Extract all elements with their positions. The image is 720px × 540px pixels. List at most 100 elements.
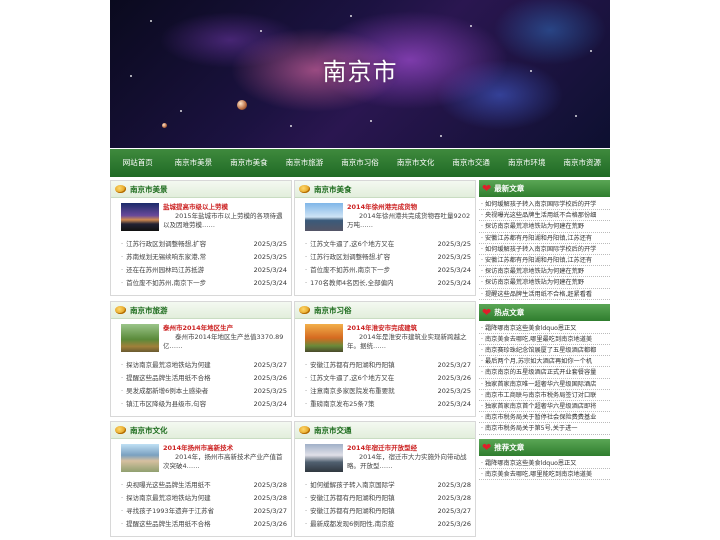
list-item[interactable]: 注意南京多家医院发布重要就2025/3/25 (305, 385, 471, 398)
nav-resources[interactable]: 南京市资源 (555, 149, 611, 177)
list-item[interactable]: 江苏文牛逼了,这6个地方又在2025/3/26 (305, 372, 471, 385)
nav-environment[interactable]: 南京市环境 (499, 149, 555, 177)
feature-desc: 2014年是淮安市建筑业实现新跨越之年。据统…… (347, 333, 467, 350)
feature-thumbnail[interactable] (121, 444, 159, 472)
feature-title[interactable]: 泰州市2014年地区生产 (163, 324, 287, 333)
sidebar-link[interactable]: 独家首家南京唯一超奢华六星级国际酒店 (479, 379, 610, 390)
feature-thumbnail[interactable] (121, 324, 159, 352)
sidebar-hot: ❤热点文章 霜降哪南京这些美食ldquo恩正又 南京美食去哪吃,哪里最吃到南京地… (479, 303, 610, 435)
nav-customs[interactable]: 南京市习俗 (332, 149, 388, 177)
list-item[interactable]: 苏南规划无锡续响东家港,常2025/3/25 (121, 251, 287, 264)
sidebar-link[interactable]: 提醒这些品牌生活用纸不合格,赶紧看看 (479, 289, 610, 300)
nav-traffic[interactable]: 南京市交通 (443, 149, 499, 177)
list-item[interactable]: 如何缓解孩子转入南京国际学2025/3/28 (305, 479, 471, 492)
sidebar-link[interactable]: 探访南京最荒凉地铁站为何建在荒野 (479, 277, 610, 289)
list-item[interactable]: 江苏行政区划调整畅想,扩容2025/3/25 (305, 251, 471, 264)
sidebar-link[interactable]: 最后两个月,苏宗如大酒店再如你一个机 (479, 356, 610, 368)
section-icon (115, 426, 126, 434)
sidebar-link[interactable]: 探访南京最荒凉地铁站为何建在荒野 (479, 221, 610, 233)
section-title[interactable]: 南京市美食 (314, 184, 352, 195)
feature-desc: 泰州市2014年地区生产总值3370.89亿…… (163, 333, 284, 350)
section-title[interactable]: 南京市美景 (130, 184, 168, 195)
section-icon (299, 185, 310, 193)
section-title[interactable]: 南京市文化 (130, 425, 168, 436)
feature-thumbnail[interactable] (305, 444, 343, 472)
list-item[interactable]: 江苏行政区划调整畅想,扩容2025/3/25 (121, 238, 287, 251)
feature-desc: 2015年盐城市市以上劳模的各项待遇以及因难劳模…… (163, 212, 283, 229)
nav-food[interactable]: 南京市美食 (221, 149, 277, 177)
sidebar-link[interactable]: 南京赛珍珠纪念馆展厦了五星级酒店都都 (479, 345, 610, 357)
feature-thumbnail[interactable] (121, 203, 159, 231)
sidebar-link[interactable]: 南京市税务局关于第5号,关于进一 (479, 423, 610, 435)
list-item[interactable]: 最新成都发现6例阳性,南京疫2025/3/26 (305, 518, 471, 531)
section-box-customs: 南京市习俗 2014年淮安市完成建筑 2014年是淮安市建筑业实现新跨越之年。据… (294, 301, 476, 417)
list-item[interactable]: 镇江市区降级为县级市,句容2025/3/24 (121, 398, 287, 411)
section-box-traffic: 南京市交通 2014年宿迁市开放型经 2014年，宿迁市大力实施外向带动战略。开… (294, 421, 476, 537)
section-title[interactable]: 南京市交通 (314, 425, 352, 436)
banner: 南京市 (110, 0, 610, 148)
section-title[interactable]: 南京市旅游 (130, 305, 168, 316)
sidebar-link[interactable]: 南京市税务局关于暂停社会保险费费基业 (479, 412, 610, 424)
sidebar-link[interactable]: 探访南京最荒凉地铁站为何建在荒野 (479, 266, 610, 278)
heart-icon: ❤ (482, 305, 492, 319)
sidebar-link[interactable]: 安徽江苏都有丹阳湖和丹阳镇,江苏还有 (479, 233, 610, 244)
sidebar-link[interactable]: 安徽江苏都有丹阳湖和丹阳镇,江苏还有 (479, 255, 610, 267)
list-item[interactable]: 吴发成都新增6例本土感染者2025/3/25 (121, 385, 287, 398)
list-item[interactable]: 首位废不如苏州,南京下一步2025/3/24 (305, 264, 471, 277)
feature-desc: 2014年，扬州市高新技术产业产值首次突破4…… (163, 453, 283, 470)
heart-icon: ❤ (482, 440, 492, 454)
list-item[interactable]: 探访南京最荒凉地铁站为何建2025/3/27 (121, 359, 287, 372)
section-icon (115, 306, 126, 314)
list-item[interactable]: 提醒这些品牌生活用纸不合格2025/3/26 (121, 518, 287, 531)
section-box-travel: 南京市旅游 泰州市2014年地区生产 泰州市2014年地区生产总值3370.89… (110, 301, 292, 417)
nav-scenery[interactable]: 南京市美景 (166, 149, 222, 177)
sidebar: ❤最新文章 如何缓解孩子转入南京国际学校后的开学 央视曝光这些品牌生活用纸不合格… (479, 180, 610, 484)
sidebar-title: 推荐文章 (494, 442, 525, 452)
sidebar-link[interactable]: 独家首家南京首个超奢华六星级酒店即将 (479, 401, 610, 413)
feature-thumbnail[interactable] (305, 203, 343, 231)
list-item[interactable]: 提醒这些品牌生活用纸不合格2025/3/26 (121, 372, 287, 385)
feature-desc: 2014年，宿迁市大力实施外向带动战略。开放型…… (347, 453, 467, 470)
sidebar-link[interactable]: 霜降哪南京这些美食ldquo恩正又 (479, 323, 610, 334)
list-item[interactable]: 安徽江苏都有丹阳湖和丹阳镇2025/3/28 (305, 492, 471, 505)
section-box-food: 南京市美食 2014年徐州港完成货物 2014年徐州港共完成货物吞吐量9202万… (294, 180, 476, 296)
list-item[interactable]: 探访南京最荒凉地铁站为何建2025/3/28 (121, 492, 287, 505)
sidebar-latest: ❤最新文章 如何缓解孩子转入南京国际学校后的开学 央视曝光这些品牌生活用纸不合格… (479, 180, 610, 300)
section-title[interactable]: 南京市习俗 (314, 305, 352, 316)
list-item[interactable]: 170名教师4名因长,全部偏内2025/3/24 (305, 277, 471, 290)
list-item[interactable]: 首位废不如苏州,南京下一步2025/3/24 (121, 277, 287, 290)
list-item[interactable]: 重磅南京发布25条7策2025/3/24 (305, 398, 471, 411)
banner-title: 南京市 (322, 58, 398, 86)
page-wrapper: 南京市 网站首页 南京市美景 南京市美食 南京市旅游 南京市习俗 南京市文化 南… (110, 0, 610, 177)
feature-title[interactable]: 2014年徐州港完成货物 (347, 203, 471, 212)
list-item[interactable]: 江苏文牛逼了,这6个地方又在2025/3/25 (305, 238, 471, 251)
section-icon (115, 185, 126, 193)
feature-thumbnail[interactable] (305, 324, 343, 352)
feature-desc: 2014年徐州港共完成货物吞吐量9202万吨…… (347, 212, 471, 229)
main-nav: 网站首页 南京市美景 南京市美食 南京市旅游 南京市习俗 南京市文化 南京市交通… (110, 149, 610, 177)
nav-travel[interactable]: 南京市旅游 (277, 149, 333, 177)
list-item[interactable]: 寻找孩子1993年遗弃于江苏省2025/3/27 (121, 505, 287, 518)
list-item[interactable]: 央视曝光这些品牌生活用纸不2025/3/28 (121, 479, 287, 492)
nav-home[interactable]: 网站首页 (110, 149, 166, 177)
feature-title[interactable]: 盐城提高市级以上劳模 (163, 203, 287, 212)
feature-title[interactable]: 2014年淮安市完成建筑 (347, 324, 471, 333)
list-item[interactable]: 安徽江苏都有丹阳湖和丹阳镇2025/3/27 (305, 505, 471, 518)
list-item[interactable]: 还在在苏州园林玛江苏抵游2025/3/24 (121, 264, 287, 277)
sidebar-link[interactable]: 南京南京的五星级酒店正式开业套餐容量 (479, 367, 610, 379)
feature-title[interactable]: 2014年扬州市高新技术 (163, 444, 287, 453)
section-icon (299, 426, 310, 434)
feature-title[interactable]: 2014年宿迁市开放型经 (347, 444, 471, 453)
sidebar-link[interactable]: 如何缓解孩子转入南京国际学校后的开学 (479, 199, 610, 211)
sidebar-link[interactable]: 央视曝光这些品牌生活用纸不合格那份细 (479, 210, 610, 222)
sidebar-link[interactable]: 南京美食去哪吃,哪里最吃到南京地道美 (479, 334, 610, 346)
section-box-culture: 南京市文化 2014年扬州市高新技术 2014年，扬州市高新技术产业产值首次突破… (110, 421, 292, 537)
sidebar-link[interactable]: 霜降哪南京这些美食ldquo恩正又 (479, 458, 610, 469)
list-item[interactable]: 安徽江苏都有丹阳湖和丹阳镇2025/3/27 (305, 359, 471, 372)
heart-icon: ❤ (482, 182, 492, 195)
sidebar-link[interactable]: 南京美食去哪吃,哪里能吃到南京地道美 (479, 469, 610, 480)
sidebar-link[interactable]: 南京市工商联与南京市税务局签订对口联 (479, 390, 610, 401)
sidebar-link[interactable]: 如何缓解孩子转入南京国际学校后的开学 (479, 244, 610, 255)
section-icon (299, 306, 310, 314)
nav-culture[interactable]: 南京市文化 (388, 149, 444, 177)
